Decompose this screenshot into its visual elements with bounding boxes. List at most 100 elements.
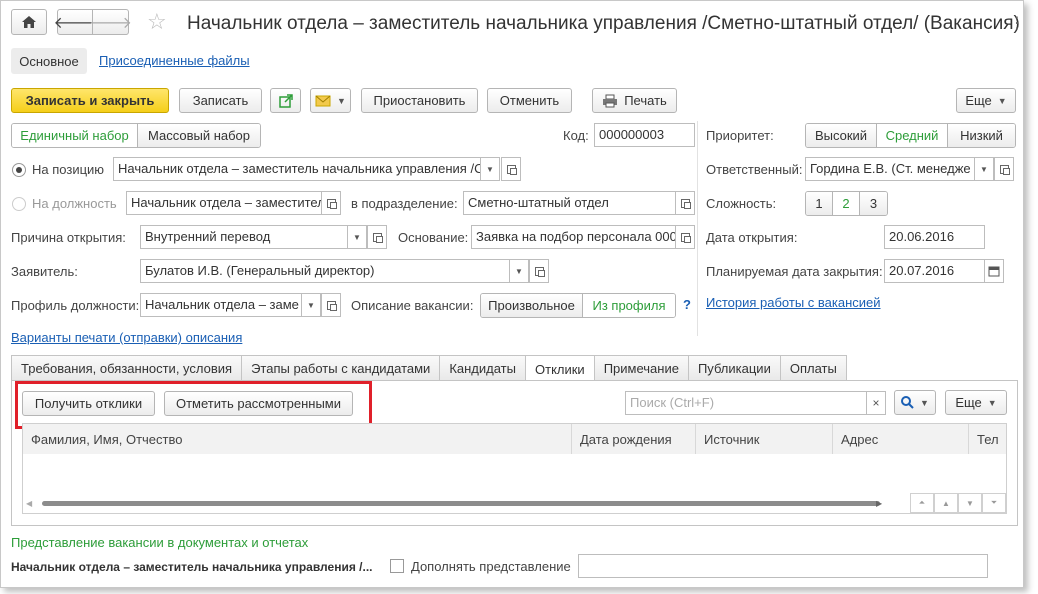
reason-field[interactable]: Внутренний перевод — [140, 225, 348, 249]
save-button[interactable]: Записать — [179, 88, 262, 113]
column-phone[interactable]: Тел — [969, 424, 1006, 454]
home-button[interactable] — [11, 9, 47, 35]
reason-label: Причина открытия: — [11, 230, 126, 245]
help-icon[interactable]: ? — [683, 297, 691, 312]
open-icon[interactable] — [367, 225, 387, 249]
nav-tab-main[interactable]: Основное — [11, 48, 87, 74]
selection-single[interactable]: Единичный набор — [12, 124, 138, 147]
back-button[interactable]: 🡐 — [54, 9, 96, 35]
tab-publications[interactable]: Публикации — [687, 355, 781, 381]
description-arbitrary[interactable]: Произвольное — [481, 294, 583, 317]
selection-mode-toggle[interactable]: Единичный набор Массовый набор — [11, 123, 261, 148]
favorite-star-icon[interactable]: ☆ — [147, 9, 167, 35]
go-first-icon[interactable]: ⏶ — [910, 493, 934, 513]
email-button[interactable]: ▼ — [310, 88, 351, 113]
forward-button[interactable]: 🡒 — [89, 9, 132, 35]
priority-high[interactable]: Высокий — [806, 124, 877, 147]
open-external-button[interactable] — [270, 88, 301, 113]
complexity-toggle[interactable]: 1 2 3 — [805, 191, 888, 216]
chevron-down-icon[interactable]: ▼ — [509, 259, 529, 283]
responsible-field[interactable]: Гордина Е.В. (Ст. менедже — [805, 157, 975, 181]
presentation-field[interactable] — [578, 554, 988, 578]
cancel-vacancy-button[interactable]: Отменить — [487, 88, 572, 113]
tab-requirements[interactable]: Требования, обязанности, условия — [11, 355, 243, 381]
open-icon[interactable] — [321, 191, 341, 215]
table-nav-buttons: ⏶ ▲ ▼ ⏷ — [910, 493, 1006, 513]
position-radio[interactable] — [12, 163, 26, 177]
open-icon[interactable] — [994, 157, 1014, 181]
append-presentation-label: Дополнять представление — [411, 559, 571, 574]
presentation-value: Начальник отдела – заместитель начальник… — [11, 560, 373, 574]
open-date-field[interactable]: 20.06.2016 — [884, 225, 985, 249]
nav-tab-attached-files[interactable]: Присоединенные файлы — [99, 53, 250, 68]
print-variants-link[interactable]: Варианты печати (отправки) описания — [11, 330, 242, 345]
chevron-down-icon[interactable]: ▼ — [480, 157, 500, 181]
position-field[interactable]: Начальник отдела – заместитель начальник… — [113, 157, 481, 181]
search-input[interactable]: Поиск (Ctrl+F) — [625, 391, 867, 415]
scroll-left-icon[interactable]: ◀ — [26, 499, 32, 508]
applicant-label: Заявитель: — [11, 264, 78, 279]
subdivision-label: в подразделение: — [351, 196, 458, 211]
go-up-icon[interactable]: ▲ — [934, 493, 958, 513]
tab-stages[interactable]: Этапы работы с кандидатами — [241, 355, 441, 381]
column-full-name[interactable]: Фамилия, Имя, Отчество — [23, 424, 572, 454]
description-from-profile[interactable]: Из профиля — [583, 294, 675, 317]
open-icon[interactable] — [529, 259, 549, 283]
post-radio[interactable] — [12, 197, 26, 211]
chevron-down-icon[interactable]: ▼ — [301, 293, 321, 317]
basis-field[interactable]: Заявка на подбор персонала 000 — [471, 225, 676, 249]
chevron-down-icon: ▼ — [987, 397, 997, 408]
search-icon — [901, 396, 914, 409]
calendar-button[interactable] — [984, 259, 1004, 283]
applicant-field[interactable]: Булатов И.В. (Генеральный директор) — [140, 259, 510, 283]
priority-toggle[interactable]: Высокий Средний Низкий — [805, 123, 1016, 148]
chevron-down-icon[interactable]: ▼ — [974, 157, 994, 181]
description-toggle[interactable]: Произвольное Из профиля — [480, 293, 676, 318]
open-icon[interactable] — [321, 293, 341, 317]
open-icon[interactable] — [501, 157, 521, 181]
append-presentation-checkbox[interactable] — [390, 559, 404, 573]
tab-responses[interactable]: Отклики — [525, 355, 595, 382]
priority-medium[interactable]: Средний — [877, 124, 948, 147]
responses-more-button[interactable]: Еще ▼ — [945, 390, 1007, 415]
horizontal-scrollbar[interactable] — [42, 501, 880, 506]
selection-mass[interactable]: Массовый набор — [138, 124, 260, 147]
scroll-right-icon[interactable]: ▶ — [876, 499, 882, 508]
suspend-button[interactable]: Приостановить — [361, 88, 478, 113]
priority-low[interactable]: Низкий — [948, 124, 1015, 147]
tab-payments[interactable]: Оплаты — [779, 355, 847, 381]
responses-more-label: Еще — [955, 395, 982, 410]
go-last-icon[interactable]: ⏷ — [982, 493, 1006, 513]
chevron-down-icon[interactable]: ▼ — [347, 225, 367, 249]
planned-close-field[interactable]: 20.07.2016 — [884, 259, 985, 283]
profile-field[interactable]: Начальник отдела – заме — [140, 293, 302, 317]
open-icon[interactable] — [675, 225, 695, 249]
tab-candidates[interactable]: Кандидаты — [439, 355, 526, 381]
post-field[interactable]: Начальник отдела – заместител — [126, 191, 322, 215]
open-icon[interactable] — [675, 191, 695, 215]
complexity-2[interactable]: 2 — [833, 192, 860, 215]
complexity-3[interactable]: 3 — [860, 192, 887, 215]
search-button[interactable]: ▼ — [894, 390, 936, 415]
column-source[interactable]: Источник — [696, 424, 833, 454]
more-menu-icon[interactable]: ⋮ — [1009, 13, 1023, 33]
print-button[interactable]: Печать — [592, 88, 677, 113]
home-icon — [22, 16, 36, 28]
code-field[interactable]: 000000003 — [594, 123, 695, 147]
printer-icon — [603, 94, 618, 107]
column-birth-date[interactable]: Дата рождения — [572, 424, 696, 454]
document-window: 🡐 🡒 ☆ Начальник отдела – заместитель нач… — [0, 0, 1024, 588]
basis-label: Основание: — [398, 230, 469, 245]
subdivision-field[interactable]: Сметно-штатный отдел — [463, 191, 676, 215]
tab-notes[interactable]: Примечание — [593, 355, 689, 381]
more-button[interactable]: Еще ▼ — [956, 88, 1016, 113]
chevron-down-icon: ▼ — [997, 95, 1007, 106]
column-address[interactable]: Адрес — [833, 424, 969, 454]
history-link[interactable]: История работы с вакансией — [706, 295, 881, 310]
priority-label: Приоритет: — [706, 128, 774, 143]
save-close-button[interactable]: Записать и закрыть — [11, 88, 169, 113]
go-down-icon[interactable]: ▼ — [958, 493, 982, 513]
more-label: Еще — [965, 93, 992, 108]
complexity-1[interactable]: 1 — [806, 192, 833, 215]
clear-search-icon[interactable]: × — [866, 391, 886, 415]
